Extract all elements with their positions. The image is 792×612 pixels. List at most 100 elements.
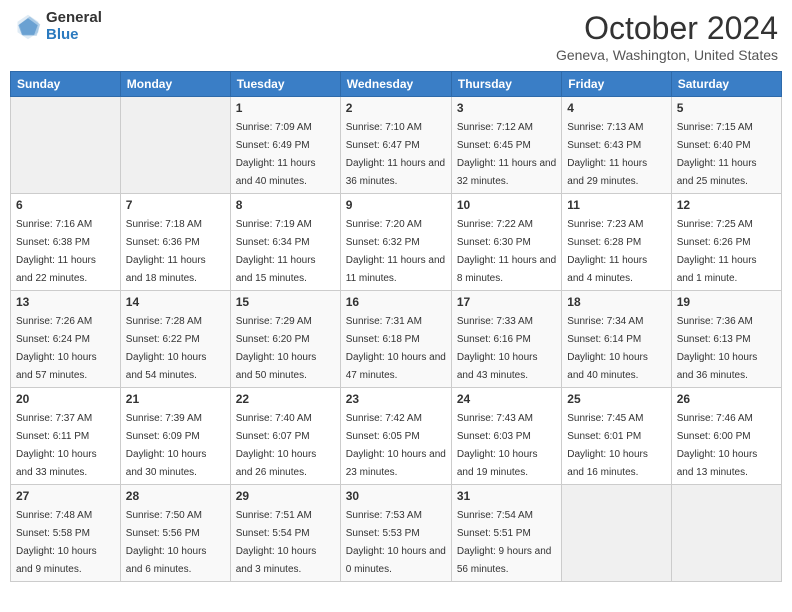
calendar-cell: 20 Sunrise: 7:37 AMSunset: 6:11 PMDayligh… xyxy=(11,388,121,485)
title-block: October 2024 Geneva, Washington, United … xyxy=(556,10,778,63)
day-detail: Sunrise: 7:18 AMSunset: 6:36 PMDaylight:… xyxy=(126,219,206,284)
day-detail: Sunrise: 7:29 AMSunset: 6:20 PMDaylight:… xyxy=(236,316,317,381)
day-number: 18 xyxy=(567,295,665,309)
calendar-cell: 22Sunrise: 7:40 AMSunset: 6:07 PMDayligh… xyxy=(230,388,340,485)
calendar-cell: 14 Sunrise: 7:28 AMSunset: 6:22 PMDayligh… xyxy=(120,291,230,388)
calendar-cell: 6Sunrise: 7:16 AMSunset: 6:38 PMDaylight… xyxy=(11,194,121,291)
day-number: 30 xyxy=(346,489,446,503)
calendar-week-row: 1 Sunrise: 7:09 AMSunset: 6:49 PMDaylight… xyxy=(11,97,782,194)
day-detail: Sunrise: 7:50 AMSunset: 5:56 PMDaylight:… xyxy=(126,510,207,575)
day-number: 29 xyxy=(236,489,335,503)
day-detail: Sunrise: 7:13 AMSunset: 6:43 PMDaylight:… xyxy=(567,122,647,187)
day-detail: Sunrise: 7:12 AMSunset: 6:45 PMDaylight:… xyxy=(457,122,556,187)
day-number: 11 xyxy=(567,198,665,212)
calendar-cell: 18 Sunrise: 7:34 AMSunset: 6:14 PMDayligh… xyxy=(562,291,671,388)
day-number: 14 xyxy=(126,295,225,309)
day-number: 10 xyxy=(457,198,556,212)
day-detail: Sunrise: 7:42 AMSunset: 6:05 PMDaylight:… xyxy=(346,413,446,478)
day-detail: Sunrise: 7:33 AMSunset: 6:16 PMDaylight:… xyxy=(457,316,538,381)
day-detail: Sunrise: 7:46 AMSunset: 6:00 PMDaylight:… xyxy=(677,413,758,478)
calendar-cell: 28 Sunrise: 7:50 AMSunset: 5:56 PMDayligh… xyxy=(120,485,230,582)
day-detail: Sunrise: 7:53 AMSunset: 5:53 PMDaylight:… xyxy=(346,510,446,575)
calendar-cell: 16Sunrise: 7:31 AMSunset: 6:18 PMDayligh… xyxy=(340,291,451,388)
logo-blue: Blue xyxy=(46,27,102,44)
day-detail: Sunrise: 7:37 AMSunset: 6:11 PMDaylight:… xyxy=(16,413,97,478)
calendar-week-row: 6Sunrise: 7:16 AMSunset: 6:38 PMDaylight… xyxy=(11,194,782,291)
day-number: 20 xyxy=(16,392,115,406)
calendar-cell: 19Sunrise: 7:36 AMSunset: 6:13 PMDayligh… xyxy=(671,291,781,388)
page-header: General Blue October 2024 Geneva, Washin… xyxy=(10,10,782,63)
day-number: 13 xyxy=(16,295,115,309)
day-header-monday: Monday xyxy=(120,72,230,97)
calendar-cell: 24Sunrise: 7:43 AMSunset: 6:03 PMDayligh… xyxy=(451,388,561,485)
day-detail: Sunrise: 7:39 AMSunset: 6:09 PMDaylight:… xyxy=(126,413,207,478)
day-number: 1 xyxy=(236,101,335,115)
calendar-cell: 15 Sunrise: 7:29 AMSunset: 6:20 PMDayligh… xyxy=(230,291,340,388)
calendar-cell xyxy=(671,485,781,582)
calendar-cell: 11Sunrise: 7:23 AMSunset: 6:28 PMDayligh… xyxy=(562,194,671,291)
calendar-cell: 13 Sunrise: 7:26 AMSunset: 6:24 PMDayligh… xyxy=(11,291,121,388)
day-detail: Sunrise: 7:19 AMSunset: 6:34 PMDaylight:… xyxy=(236,219,316,284)
day-number: 7 xyxy=(126,198,225,212)
day-detail: Sunrise: 7:10 AMSunset: 6:47 PMDaylight:… xyxy=(346,122,445,187)
calendar-cell xyxy=(562,485,671,582)
location-title: Geneva, Washington, United States xyxy=(556,47,778,63)
calendar-cell: 25 Sunrise: 7:45 AMSunset: 6:01 PMDayligh… xyxy=(562,388,671,485)
calendar-cell: 27Sunrise: 7:48 AMSunset: 5:58 PMDayligh… xyxy=(11,485,121,582)
day-detail: Sunrise: 7:51 AMSunset: 5:54 PMDaylight:… xyxy=(236,510,317,575)
day-number: 2 xyxy=(346,101,446,115)
day-number: 23 xyxy=(346,392,446,406)
day-number: 3 xyxy=(457,101,556,115)
day-number: 21 xyxy=(126,392,225,406)
calendar-cell: 23 Sunrise: 7:42 AMSunset: 6:05 PMDayligh… xyxy=(340,388,451,485)
day-number: 26 xyxy=(677,392,776,406)
calendar-cell: 26 Sunrise: 7:46 AMSunset: 6:00 PMDayligh… xyxy=(671,388,781,485)
day-number: 9 xyxy=(346,198,446,212)
day-header-tuesday: Tuesday xyxy=(230,72,340,97)
calendar-cell: 31 Sunrise: 7:54 AMSunset: 5:51 PMDayligh… xyxy=(451,485,561,582)
month-title: October 2024 xyxy=(556,10,778,47)
logo-text: General Blue xyxy=(46,10,102,43)
calendar-week-row: 13 Sunrise: 7:26 AMSunset: 6:24 PMDayligh… xyxy=(11,291,782,388)
day-number: 6 xyxy=(16,198,115,212)
calendar-cell: 29 Sunrise: 7:51 AMSunset: 5:54 PMDayligh… xyxy=(230,485,340,582)
day-detail: Sunrise: 7:26 AMSunset: 6:24 PMDaylight:… xyxy=(16,316,97,381)
calendar-cell xyxy=(120,97,230,194)
day-number: 5 xyxy=(677,101,776,115)
calendar-cell xyxy=(11,97,121,194)
calendar-cell: 7 Sunrise: 7:18 AMSunset: 6:36 PMDaylight… xyxy=(120,194,230,291)
day-header-thursday: Thursday xyxy=(451,72,561,97)
day-header-friday: Friday xyxy=(562,72,671,97)
day-detail: Sunrise: 7:15 AMSunset: 6:40 PMDaylight:… xyxy=(677,122,757,187)
day-number: 25 xyxy=(567,392,665,406)
day-number: 8 xyxy=(236,198,335,212)
calendar-cell: 1 Sunrise: 7:09 AMSunset: 6:49 PMDaylight… xyxy=(230,97,340,194)
day-detail: Sunrise: 7:28 AMSunset: 6:22 PMDaylight:… xyxy=(126,316,207,381)
calendar-cell: 10 Sunrise: 7:22 AMSunset: 6:30 PMDayligh… xyxy=(451,194,561,291)
day-detail: Sunrise: 7:54 AMSunset: 5:51 PMDaylight:… xyxy=(457,510,552,575)
logo-icon xyxy=(14,13,42,41)
logo-general: General xyxy=(46,10,102,27)
day-number: 17 xyxy=(457,295,556,309)
calendar-week-row: 27Sunrise: 7:48 AMSunset: 5:58 PMDayligh… xyxy=(11,485,782,582)
calendar-cell: 17 Sunrise: 7:33 AMSunset: 6:16 PMDayligh… xyxy=(451,291,561,388)
day-header-saturday: Saturday xyxy=(671,72,781,97)
day-number: 19 xyxy=(677,295,776,309)
day-detail: Sunrise: 7:45 AMSunset: 6:01 PMDaylight:… xyxy=(567,413,648,478)
calendar-cell: 4Sunrise: 7:13 AMSunset: 6:43 PMDaylight… xyxy=(562,97,671,194)
day-number: 28 xyxy=(126,489,225,503)
calendar-week-row: 20 Sunrise: 7:37 AMSunset: 6:11 PMDayligh… xyxy=(11,388,782,485)
day-detail: Sunrise: 7:34 AMSunset: 6:14 PMDaylight:… xyxy=(567,316,648,381)
calendar-cell: 2 Sunrise: 7:10 AMSunset: 6:47 PMDaylight… xyxy=(340,97,451,194)
day-detail: Sunrise: 7:31 AMSunset: 6:18 PMDaylight:… xyxy=(346,316,446,381)
day-number: 24 xyxy=(457,392,556,406)
day-number: 31 xyxy=(457,489,556,503)
day-detail: Sunrise: 7:25 AMSunset: 6:26 PMDaylight:… xyxy=(677,219,757,284)
day-detail: Sunrise: 7:22 AMSunset: 6:30 PMDaylight:… xyxy=(457,219,556,284)
day-number: 15 xyxy=(236,295,335,309)
day-header-wednesday: Wednesday xyxy=(340,72,451,97)
calendar-cell: 21 Sunrise: 7:39 AMSunset: 6:09 PMDayligh… xyxy=(120,388,230,485)
calendar-cell: 30 Sunrise: 7:53 AMSunset: 5:53 PMDayligh… xyxy=(340,485,451,582)
day-detail: Sunrise: 7:09 AMSunset: 6:49 PMDaylight:… xyxy=(236,122,316,187)
day-detail: Sunrise: 7:20 AMSunset: 6:32 PMDaylight:… xyxy=(346,219,445,284)
